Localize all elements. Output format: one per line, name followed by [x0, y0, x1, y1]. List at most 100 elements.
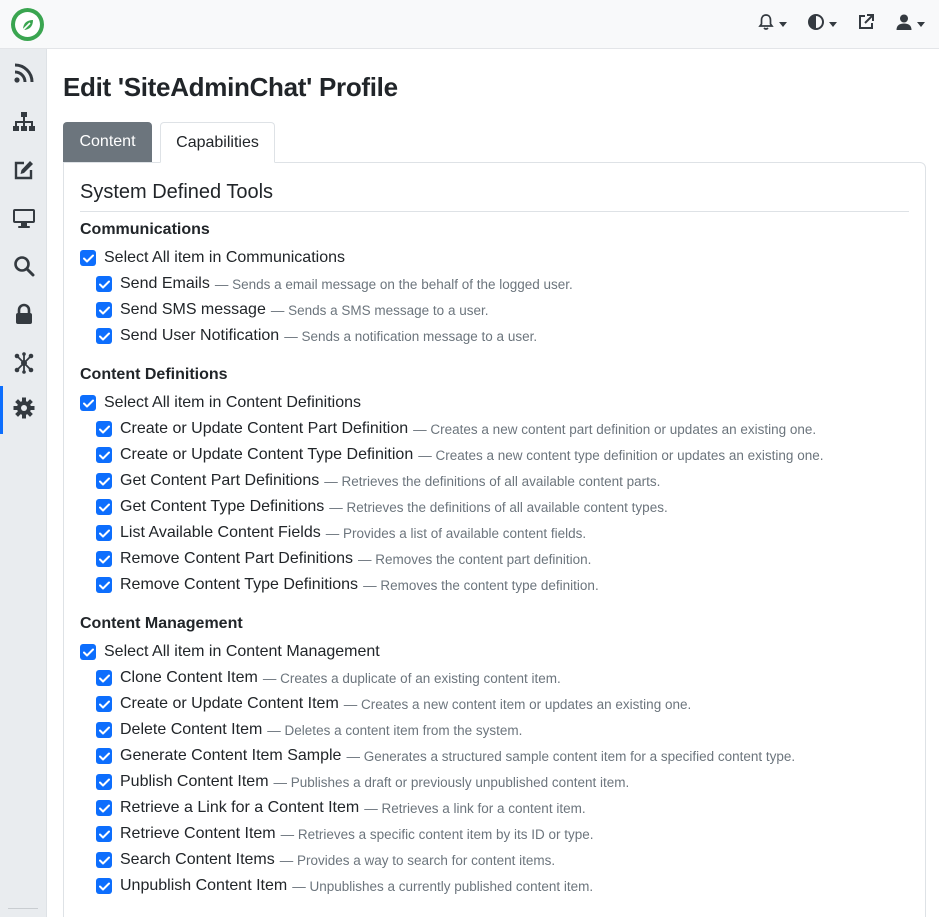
- tool-checkbox[interactable]: [96, 774, 112, 790]
- tool-checkbox[interactable]: [96, 748, 112, 764]
- tool-checkbox[interactable]: [96, 499, 112, 515]
- network-icon: [13, 351, 35, 379]
- tool-name[interactable]: Get Content Part Definitions: [120, 472, 319, 490]
- tool-description: — Generates a structured sample content …: [346, 748, 796, 764]
- tool-row[interactable]: Get Content Type Definitions — Retrieves …: [96, 498, 668, 516]
- sidebar-item-structure[interactable]: [0, 100, 47, 148]
- external-link-icon: [857, 13, 875, 36]
- tool-row[interactable]: Create or Update Content Item — Creates a…: [96, 695, 691, 713]
- tool-row[interactable]: Unpublish Content Item — Unpublishes a cu…: [96, 877, 593, 895]
- select-all-checkbox[interactable]: [80, 644, 96, 660]
- tool-name[interactable]: Generate Content Item Sample: [120, 747, 341, 765]
- tool-checkbox[interactable]: [96, 696, 112, 712]
- tool-description: — Sends a email message on the behalf of…: [214, 276, 573, 292]
- tool-name[interactable]: Retrieve a Link for a Content Item: [120, 799, 359, 817]
- select-all-checkbox[interactable]: [80, 395, 96, 411]
- tool-checkbox[interactable]: [96, 722, 112, 738]
- select-all-label[interactable]: Select All item in Content Management: [104, 643, 380, 661]
- tool-name[interactable]: Remove Content Part Definitions: [120, 550, 353, 568]
- tool-checkbox[interactable]: [96, 800, 112, 816]
- top-navbar: [0, 0, 939, 49]
- tool-checkbox[interactable]: [96, 826, 112, 842]
- select-all-row[interactable]: Select All item in Communications: [80, 249, 345, 267]
- notifications-dropdown[interactable]: [757, 13, 787, 36]
- tab-content[interactable]: Content: [63, 122, 152, 162]
- tool-name[interactable]: Unpublish Content Item: [120, 877, 287, 895]
- tool-row[interactable]: Create or Update Content Part Definition…: [96, 420, 816, 438]
- sitemap-icon: [12, 111, 36, 138]
- tool-row[interactable]: Remove Content Part Definitions — Removes…: [96, 550, 591, 568]
- theme-dropdown[interactable]: [807, 13, 837, 36]
- user-dropdown[interactable]: [895, 13, 925, 36]
- tool-row[interactable]: Create or Update Content Type Definition…: [96, 446, 823, 464]
- tool-name[interactable]: Create or Update Content Item: [120, 695, 339, 713]
- chevron-down-icon: [917, 21, 925, 27]
- tool-row[interactable]: Delete Content Item — Deletes a content i…: [96, 721, 522, 739]
- tool-checkbox[interactable]: [96, 328, 112, 344]
- sidebar: [0, 49, 47, 917]
- tool-name[interactable]: List Available Content Fields: [120, 524, 321, 542]
- tool-description: — Publishes a draft or previously unpubl…: [273, 774, 630, 790]
- tab-capabilities[interactable]: Capabilities: [160, 122, 275, 163]
- tool-checkbox[interactable]: [96, 577, 112, 593]
- tool-description: — Retrieves the definitions of all avail…: [329, 499, 668, 515]
- tool-checkbox[interactable]: [96, 878, 112, 894]
- sidebar-item-search[interactable]: [0, 244, 47, 292]
- tool-description: — Sends a notification message to a user…: [284, 328, 538, 344]
- tool-checkbox[interactable]: [96, 525, 112, 541]
- tool-row[interactable]: Retrieve Content Item — Retrieves a speci…: [96, 825, 594, 843]
- tool-checkbox[interactable]: [96, 421, 112, 437]
- tool-checkbox[interactable]: [96, 302, 112, 318]
- tool-row[interactable]: Send User Notification — Sends a notifica…: [96, 327, 537, 345]
- tool-name[interactable]: Delete Content Item: [120, 721, 262, 739]
- tool-name[interactable]: Clone Content Item: [120, 669, 258, 687]
- tool-row[interactable]: Publish Content Item — Publishes a draft …: [96, 773, 629, 791]
- tool-name[interactable]: Create or Update Content Type Definition: [120, 446, 413, 464]
- sidebar-item-content[interactable]: [0, 148, 47, 196]
- tool-checkbox[interactable]: [96, 852, 112, 868]
- tool-description: — Removes the content part definition.: [358, 551, 592, 567]
- select-all-checkbox[interactable]: [80, 250, 96, 266]
- select-all-row[interactable]: Select All item in Content Management: [80, 643, 380, 661]
- tool-checkbox[interactable]: [96, 276, 112, 292]
- tool-row[interactable]: Get Content Part Definitions — Retrieves …: [96, 472, 660, 490]
- visit-site-link[interactable]: [857, 13, 875, 36]
- tool-name[interactable]: Publish Content Item: [120, 773, 269, 791]
- tool-name[interactable]: Create or Update Content Part Definition: [120, 420, 408, 438]
- tool-checkbox[interactable]: [96, 551, 112, 567]
- tool-row[interactable]: Retrieve a Link for a Content Item — Retr…: [96, 799, 586, 817]
- bell-icon: [757, 13, 775, 36]
- tool-name[interactable]: Send Emails: [120, 275, 210, 293]
- tool-checkbox[interactable]: [96, 447, 112, 463]
- tool-row[interactable]: Send Emails — Sends a email message on th…: [96, 275, 573, 293]
- sidebar-item-security[interactable]: [0, 292, 47, 340]
- logo[interactable]: [11, 8, 44, 41]
- tool-row[interactable]: Search Content Items — Provides a way to …: [96, 851, 555, 869]
- tool-name[interactable]: Send SMS message: [120, 301, 266, 319]
- select-all-label[interactable]: Select All item in Communications: [104, 249, 345, 267]
- sidebar-item-design[interactable]: [0, 196, 47, 244]
- gear-icon: [13, 397, 35, 424]
- tool-row[interactable]: Send SMS message — Sends a SMS message to…: [96, 301, 488, 319]
- tool-checkbox[interactable]: [96, 670, 112, 686]
- tool-name[interactable]: Search Content Items: [120, 851, 275, 869]
- tool-row[interactable]: Clone Content Item — Creates a duplicate …: [96, 669, 561, 687]
- tool-row[interactable]: Remove Content Type Definitions — Removes…: [96, 576, 599, 594]
- rss-icon: [13, 62, 35, 89]
- sidebar-item-configuration[interactable]: [0, 386, 47, 434]
- tool-description: — Creates a new content type definition …: [418, 447, 824, 463]
- tool-description: — Retrieves a specific content item by i…: [280, 826, 594, 842]
- tool-name[interactable]: Get Content Type Definitions: [120, 498, 324, 516]
- sidebar-item-ai[interactable]: [0, 341, 47, 389]
- sidebar-item-feeds[interactable]: [0, 51, 47, 99]
- tool-name[interactable]: Retrieve Content Item: [120, 825, 276, 843]
- tool-description: — Provides a list of available content f…: [325, 525, 587, 541]
- select-all-label[interactable]: Select All item in Content Definitions: [104, 394, 361, 412]
- tool-row[interactable]: List Available Content Fields — Provides …: [96, 524, 586, 542]
- tool-checkbox[interactable]: [96, 473, 112, 489]
- select-all-row[interactable]: Select All item in Content Definitions: [80, 394, 361, 412]
- tool-name[interactable]: Remove Content Type Definitions: [120, 576, 358, 594]
- tool-row[interactable]: Generate Content Item Sample — Generates …: [96, 747, 795, 765]
- group-heading: Communications: [80, 221, 210, 238]
- tool-name[interactable]: Send User Notification: [120, 327, 279, 345]
